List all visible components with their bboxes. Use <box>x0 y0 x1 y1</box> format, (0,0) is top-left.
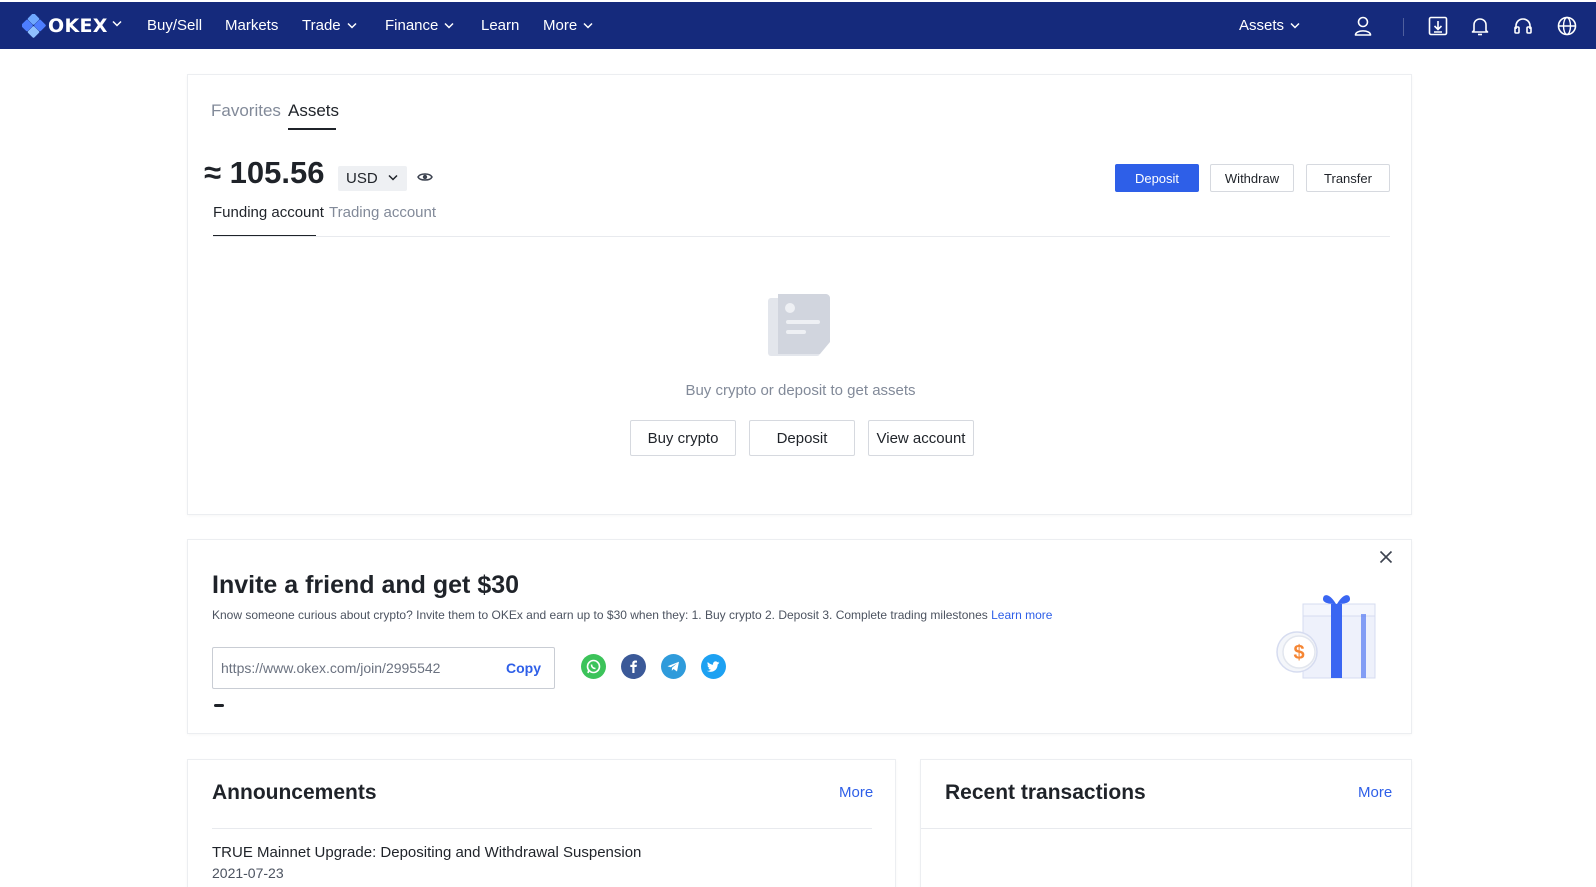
headset-icon[interactable] <box>1512 15 1534 37</box>
nav-assets-menu[interactable]: Assets <box>1239 17 1300 34</box>
deposit-button[interactable]: Deposit <box>1115 164 1199 192</box>
okex-logo[interactable]: OKEX <box>22 14 108 38</box>
tab-assets[interactable]: Assets <box>288 101 339 121</box>
chevron-down-icon <box>388 174 398 181</box>
facebook-icon[interactable] <box>621 654 646 679</box>
nav-divider <box>1403 18 1404 36</box>
whatsapp-icon[interactable] <box>581 654 606 679</box>
nav-item-buy-sell[interactable]: Buy/Sell <box>147 17 202 34</box>
empty-state-message: Buy crypto or deposit to get assets <box>685 382 916 399</box>
tab-divider <box>213 236 1390 237</box>
announcements-divider <box>212 828 872 829</box>
announcements-title: Announcements <box>212 781 377 804</box>
nav-item-markets[interactable]: Markets <box>225 17 278 34</box>
currency-select[interactable]: USD <box>338 166 407 191</box>
nav-item-label: Learn <box>481 17 520 34</box>
tab-funding-account[interactable]: Funding account <box>213 204 324 221</box>
nav-assets-label: Assets <box>1239 17 1285 34</box>
withdraw-button[interactable]: Withdraw <box>1210 164 1294 192</box>
referral-link-box: Copy <box>212 647 555 689</box>
chevron-down-icon <box>347 22 357 29</box>
nav-item-label: More <box>543 17 578 34</box>
active-tab-indicator <box>288 128 336 130</box>
invite-description-text: Know someone curious about crypto? Invit… <box>212 608 988 622</box>
assets-card: Favorites Assets ≈ 105.56 USD Deposit Wi… <box>187 74 1412 515</box>
announcements-card: Announcements More TRUE Mainnet Upgrade:… <box>187 759 896 887</box>
chevron-down-icon <box>583 22 593 29</box>
nav-item-label: Finance <box>385 17 439 34</box>
coin-symbol: $ <box>1293 642 1304 664</box>
close-icon[interactable] <box>1379 550 1393 564</box>
chevron-down-icon <box>1290 22 1300 29</box>
copy-button[interactable]: Copy <box>506 660 541 676</box>
transfer-button[interactable]: Transfer <box>1306 164 1390 192</box>
empty-deposit-button[interactable]: Deposit <box>749 420 855 456</box>
invite-card: Invite a friend and get $30 Know someone… <box>187 539 1412 734</box>
transactions-divider <box>921 828 1411 829</box>
nav-item-label: Trade <box>302 17 341 34</box>
total-balance: ≈ 105.56 <box>204 155 325 190</box>
carousel-indicator <box>214 704 224 707</box>
tab-favorites[interactable]: Favorites <box>211 101 281 121</box>
top-navigation-bar: OKEX Buy/Sell Markets Trade Finance Lear… <box>0 2 1596 49</box>
brand-name: OKEX <box>48 15 108 37</box>
telegram-icon[interactable] <box>661 654 686 679</box>
recent-transactions-card: Recent transactions More <box>920 759 1412 887</box>
nav-item-label: Buy/Sell <box>147 17 203 34</box>
announcement-item-date: 2021-07-23 <box>212 865 284 881</box>
chevron-down-icon[interactable] <box>112 20 122 27</box>
referral-url-field[interactable] <box>221 660 491 676</box>
user-icon[interactable] <box>1352 15 1374 37</box>
nav-item-finance[interactable]: Finance <box>385 17 454 34</box>
download-icon[interactable] <box>1427 15 1449 37</box>
announcement-item-title[interactable]: TRUE Mainnet Upgrade: Depositing and Wit… <box>212 844 641 861</box>
eye-icon[interactable] <box>417 171 433 183</box>
bell-icon[interactable] <box>1469 15 1491 37</box>
view-account-button[interactable]: View account <box>868 420 974 456</box>
recent-transactions-title: Recent transactions <box>945 781 1146 804</box>
currency-value: USD <box>346 170 378 187</box>
globe-icon[interactable] <box>1556 15 1578 37</box>
gift-illustration: $ <box>1276 595 1376 679</box>
nav-item-trade[interactable]: Trade <box>302 17 357 34</box>
announcements-more-link[interactable]: More <box>839 784 873 801</box>
chevron-down-icon <box>444 22 454 29</box>
tab-trading-account[interactable]: Trading account <box>329 204 436 221</box>
transactions-more-link[interactable]: More <box>1358 784 1392 801</box>
twitter-icon[interactable] <box>701 654 726 679</box>
okex-logo-mark-icon <box>22 14 46 38</box>
buy-crypto-button[interactable]: Buy crypto <box>630 420 736 456</box>
learn-more-link[interactable]: Learn more <box>991 608 1052 622</box>
nav-item-learn[interactable]: Learn <box>481 17 519 34</box>
invite-description: Know someone curious about crypto? Invit… <box>212 608 1052 622</box>
nav-item-more[interactable]: More <box>543 17 593 34</box>
nav-item-label: Markets <box>225 17 279 34</box>
invite-title: Invite a friend and get $30 <box>212 571 520 599</box>
empty-document-icon <box>768 294 830 356</box>
